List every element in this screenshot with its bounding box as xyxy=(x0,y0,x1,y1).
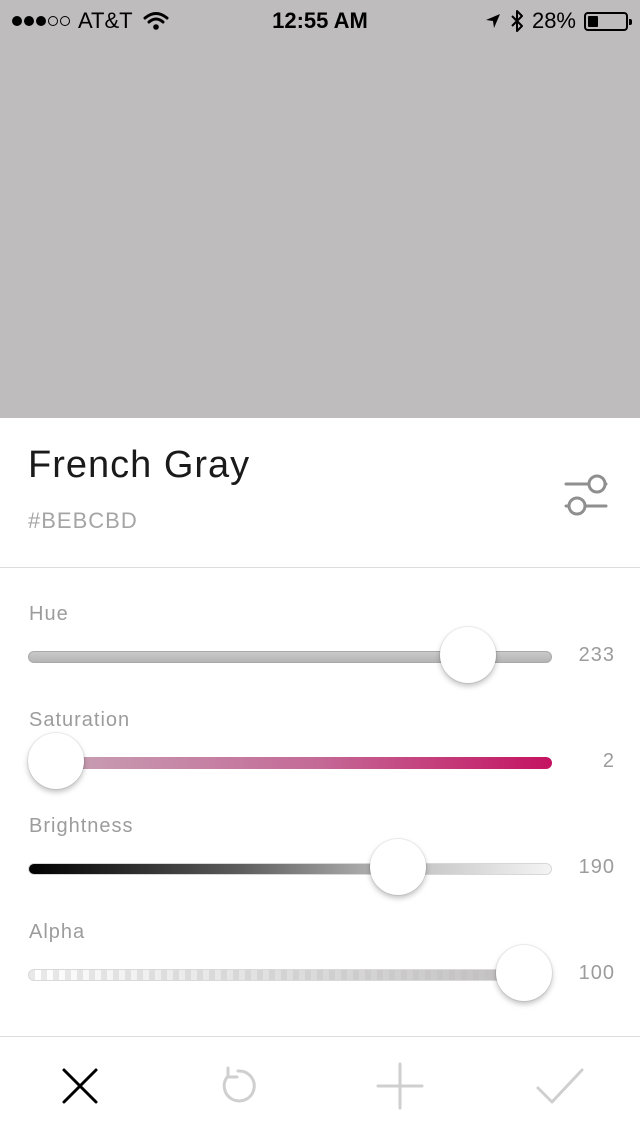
status-bar: AT&T 12:55 AM 28% xyxy=(0,0,640,40)
close-icon xyxy=(62,1068,98,1104)
battery-percentage: 28% xyxy=(531,8,576,33)
hue-slider-thumb[interactable] xyxy=(439,627,496,683)
battery-level xyxy=(588,15,598,27)
undo-icon xyxy=(222,1066,256,1103)
add-color-button[interactable] xyxy=(372,1058,428,1114)
brightness-value: 190 xyxy=(578,856,615,878)
brightness-slider-track[interactable] xyxy=(28,863,552,875)
alpha-slider-thumb[interactable] xyxy=(496,945,552,1001)
saturation-slider-track[interactable] xyxy=(28,757,552,769)
toolbar-divider xyxy=(0,1036,640,1037)
bluetooth-icon xyxy=(511,10,523,32)
color-name: French Gray xyxy=(28,444,251,486)
plus-icon xyxy=(376,1062,424,1110)
brightness-label: Brightness xyxy=(29,815,134,837)
brightness-slider-thumb[interactable] xyxy=(369,839,426,895)
location-arrow-icon xyxy=(485,14,500,28)
alpha-label: Alpha xyxy=(29,921,86,943)
color-hex-code[interactable]: #BEBCBD xyxy=(28,508,138,534)
cancel-button[interactable] xyxy=(52,1058,108,1114)
color-preview xyxy=(0,0,640,418)
hue-label: Hue xyxy=(29,603,69,625)
saturation-slider-thumb[interactable] xyxy=(28,733,84,789)
confirm-button[interactable] xyxy=(532,1058,588,1114)
adjust-settings-icon[interactable] xyxy=(560,470,612,522)
saturation-value: 2 xyxy=(602,750,615,772)
battery-icon xyxy=(584,11,632,31)
header-divider xyxy=(0,567,640,568)
alpha-slider-track[interactable] xyxy=(28,969,552,981)
checkmark-icon xyxy=(536,1068,584,1104)
saturation-label: Saturation xyxy=(29,709,131,731)
alpha-value: 100 xyxy=(578,962,615,984)
hue-value: 233 xyxy=(578,644,615,666)
reset-button[interactable] xyxy=(210,1058,266,1114)
